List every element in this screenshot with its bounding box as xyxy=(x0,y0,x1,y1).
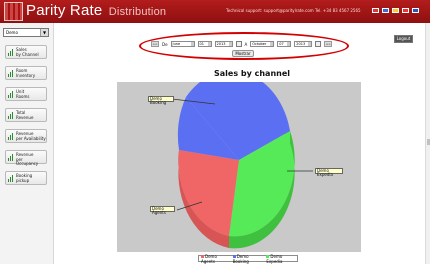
flag-icon-spanish[interactable] xyxy=(372,8,379,13)
sidebar-item-revenue-per-occupancy[interactable]: Revenue per Occupancy xyxy=(5,150,47,166)
flag-icon-english[interactable] xyxy=(382,8,389,13)
sidebar-item-booking-pickup[interactable]: Booking pickup xyxy=(5,171,47,185)
callout-demo-booking: Demo Booking xyxy=(148,96,174,105)
brand-title: Parity Rate Distribution xyxy=(26,2,166,19)
bar-chart-icon xyxy=(8,91,14,98)
slice-agents[interactable] xyxy=(178,150,239,236)
chart-title: Sales by channel xyxy=(214,69,290,78)
bar-chart-icon xyxy=(8,154,14,161)
support-info: Technical support: support@paritylrate.c… xyxy=(226,8,361,13)
brand-name: Parity Rate xyxy=(26,2,103,19)
flag-icon-french[interactable] xyxy=(402,8,409,13)
sidebar-item-label: Room Inventory xyxy=(16,68,36,78)
logout-button[interactable]: Logout xyxy=(394,35,413,43)
sidebar-item-label: Booking pickup xyxy=(16,173,33,183)
brand-subtitle: Distribution xyxy=(108,6,167,18)
bar-chart-icon xyxy=(8,70,14,77)
sidebar-item-total-revenue[interactable]: Total Revenue xyxy=(5,108,47,122)
vertical-scrollbar[interactable] xyxy=(425,23,430,264)
legend-item-expedia: Demo Expedia xyxy=(266,254,297,264)
sidebar-item-label: Revenue per Occupancy xyxy=(16,152,39,166)
chevron-down-icon: ▼ xyxy=(40,29,48,36)
sidebar-item-revenue-per-availability[interactable]: Revenue per Availability xyxy=(5,129,47,143)
callout-demo-expedia: Demo Expedia xyxy=(315,168,343,177)
sidebar-item-sales-by-channel[interactable]: Sales by Channel xyxy=(5,45,47,59)
legend-item-booking: Demo Booking xyxy=(232,254,264,264)
bar-chart-icon xyxy=(8,49,14,56)
brand-logo-icon xyxy=(4,2,23,21)
pie-chart xyxy=(171,82,313,249)
flag-icon-german[interactable] xyxy=(392,8,399,13)
sidebar-item-label: Total Revenue xyxy=(16,110,34,120)
hotel-select-value: Demo xyxy=(6,30,18,35)
sidebar-item-label: Revenue per Availability xyxy=(16,131,46,141)
top-header: Parity Rate Distribution Technical suppo… xyxy=(0,0,430,23)
highlight-oval xyxy=(139,32,349,60)
sidebar: Demo ▼ Sales by Channel Room Inventory U… xyxy=(0,23,54,264)
hotel-select[interactable]: Demo ▼ xyxy=(3,28,49,37)
chart-legend: Demo Agents Demo Booking Demo Expedia xyxy=(198,254,298,264)
legend-swatch-expedia xyxy=(266,254,270,258)
legend-item-agents: Demo Agents xyxy=(201,254,230,264)
sidebar-item-label: Sales by Channel xyxy=(16,47,39,57)
flag-icon-italian[interactable] xyxy=(412,8,419,13)
bar-chart-icon xyxy=(8,133,14,140)
sidebar-menu: Sales by Channel Room Inventory Unit Roo… xyxy=(5,45,47,192)
callout-demo-agents: Demo Agents xyxy=(150,206,175,215)
sidebar-item-label: Unit Rooms xyxy=(16,89,30,99)
pie-3d xyxy=(177,82,295,249)
sidebar-item-room-inventory[interactable]: Room Inventory xyxy=(5,66,47,80)
bar-chart-icon xyxy=(8,175,14,182)
legend-swatch-booking xyxy=(232,254,236,258)
legend-swatch-agents xyxy=(201,254,204,258)
bar-chart-icon xyxy=(8,112,14,119)
sidebar-item-unit-rooms[interactable]: Unit Rooms xyxy=(5,87,47,101)
language-flags xyxy=(372,8,419,14)
